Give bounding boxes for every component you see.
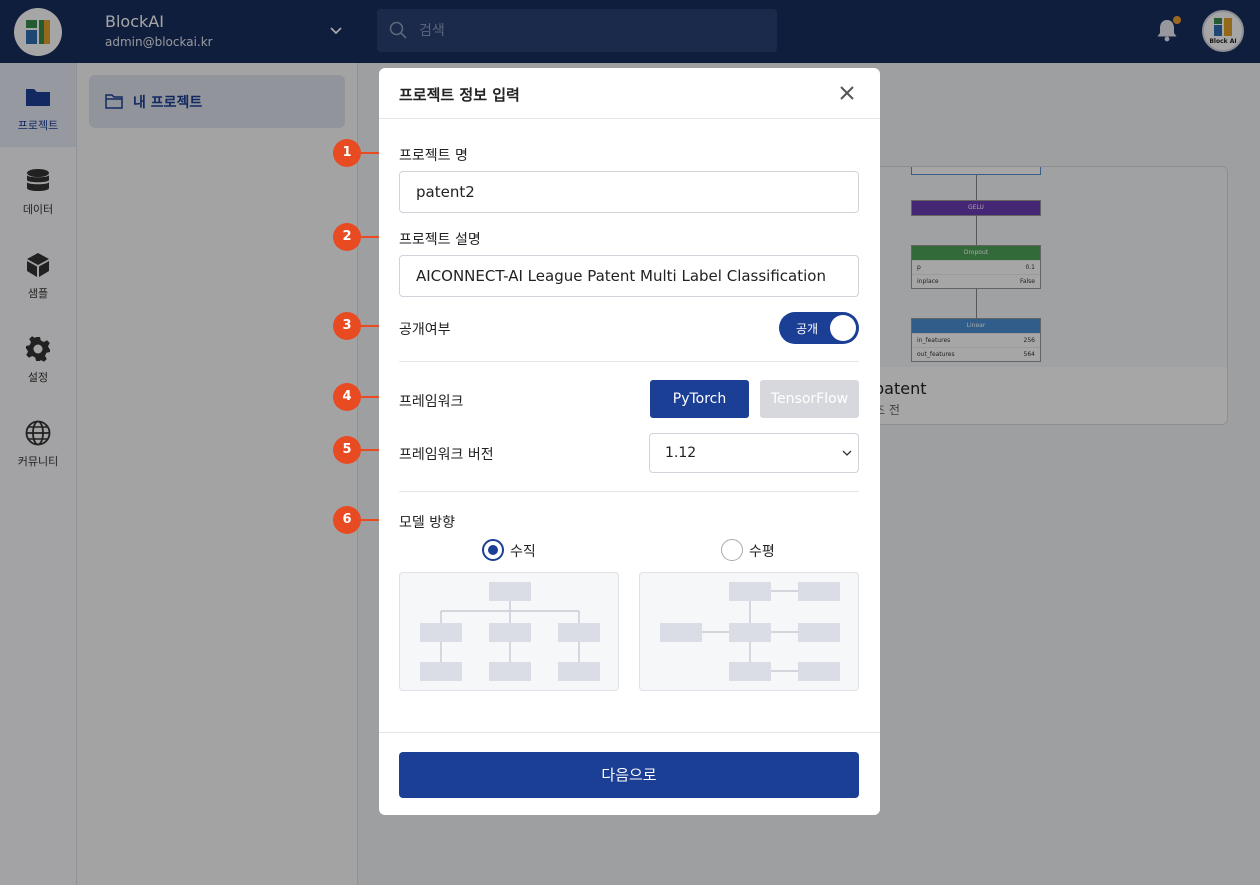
step-marker-1: 1 <box>333 139 361 167</box>
section-divider <box>399 361 859 362</box>
vertical-tree-diagram <box>420 582 600 681</box>
public-label: 공개여부 <box>399 322 451 338</box>
framework-tensorflow-button[interactable]: TensorFlow <box>760 380 859 418</box>
framework-version-value: 1.12 <box>665 445 697 461</box>
direction-horizontal-label[interactable]: 수평 <box>749 541 775 561</box>
modal-footer-divider <box>379 732 880 733</box>
step-marker-2: 2 <box>333 223 361 251</box>
direction-horizontal-radio[interactable] <box>721 539 743 561</box>
project-info-modal: 프로젝트 정보 입력 프로젝트 명 프로젝트 설명 공개여부 공개 프레임워크 … <box>379 68 880 815</box>
framework-version-select[interactable]: 1.12 <box>649 433 859 473</box>
chevron-down-icon <box>842 450 852 456</box>
step-marker-5: 5 <box>333 436 361 464</box>
project-desc-label: 프로젝트 설명 <box>399 232 481 248</box>
project-desc-input[interactable] <box>399 255 859 297</box>
project-name-label: 프로젝트 명 <box>399 148 468 164</box>
modal-header-divider <box>379 118 880 119</box>
step-marker-6: 6 <box>333 506 361 534</box>
direction-vertical-radio[interactable] <box>482 539 504 561</box>
project-name-input[interactable] <box>399 171 859 213</box>
public-toggle-label: 공개 <box>796 322 819 336</box>
vertical-layout-preview[interactable] <box>399 572 619 691</box>
toggle-knob <box>830 315 856 341</box>
direction-label: 모델 방향 <box>399 515 455 531</box>
framework-version-label: 프레임워크 버전 <box>399 447 494 463</box>
close-icon[interactable] <box>837 83 857 103</box>
modal-title: 프로젝트 정보 입력 <box>399 86 520 104</box>
direction-vertical-label[interactable]: 수직 <box>510 541 536 561</box>
horizontal-tree-diagram <box>660 582 840 681</box>
next-button[interactable]: 다음으로 <box>399 752 859 798</box>
public-toggle[interactable]: 공개 <box>779 312 859 344</box>
framework-pytorch-button[interactable]: PyTorch <box>650 380 749 418</box>
step-marker-3: 3 <box>333 312 361 340</box>
step-marker-4: 4 <box>333 383 361 411</box>
section-divider <box>399 491 859 492</box>
horizontal-layout-preview[interactable] <box>639 572 859 691</box>
framework-label: 프레임워크 <box>399 394 464 410</box>
